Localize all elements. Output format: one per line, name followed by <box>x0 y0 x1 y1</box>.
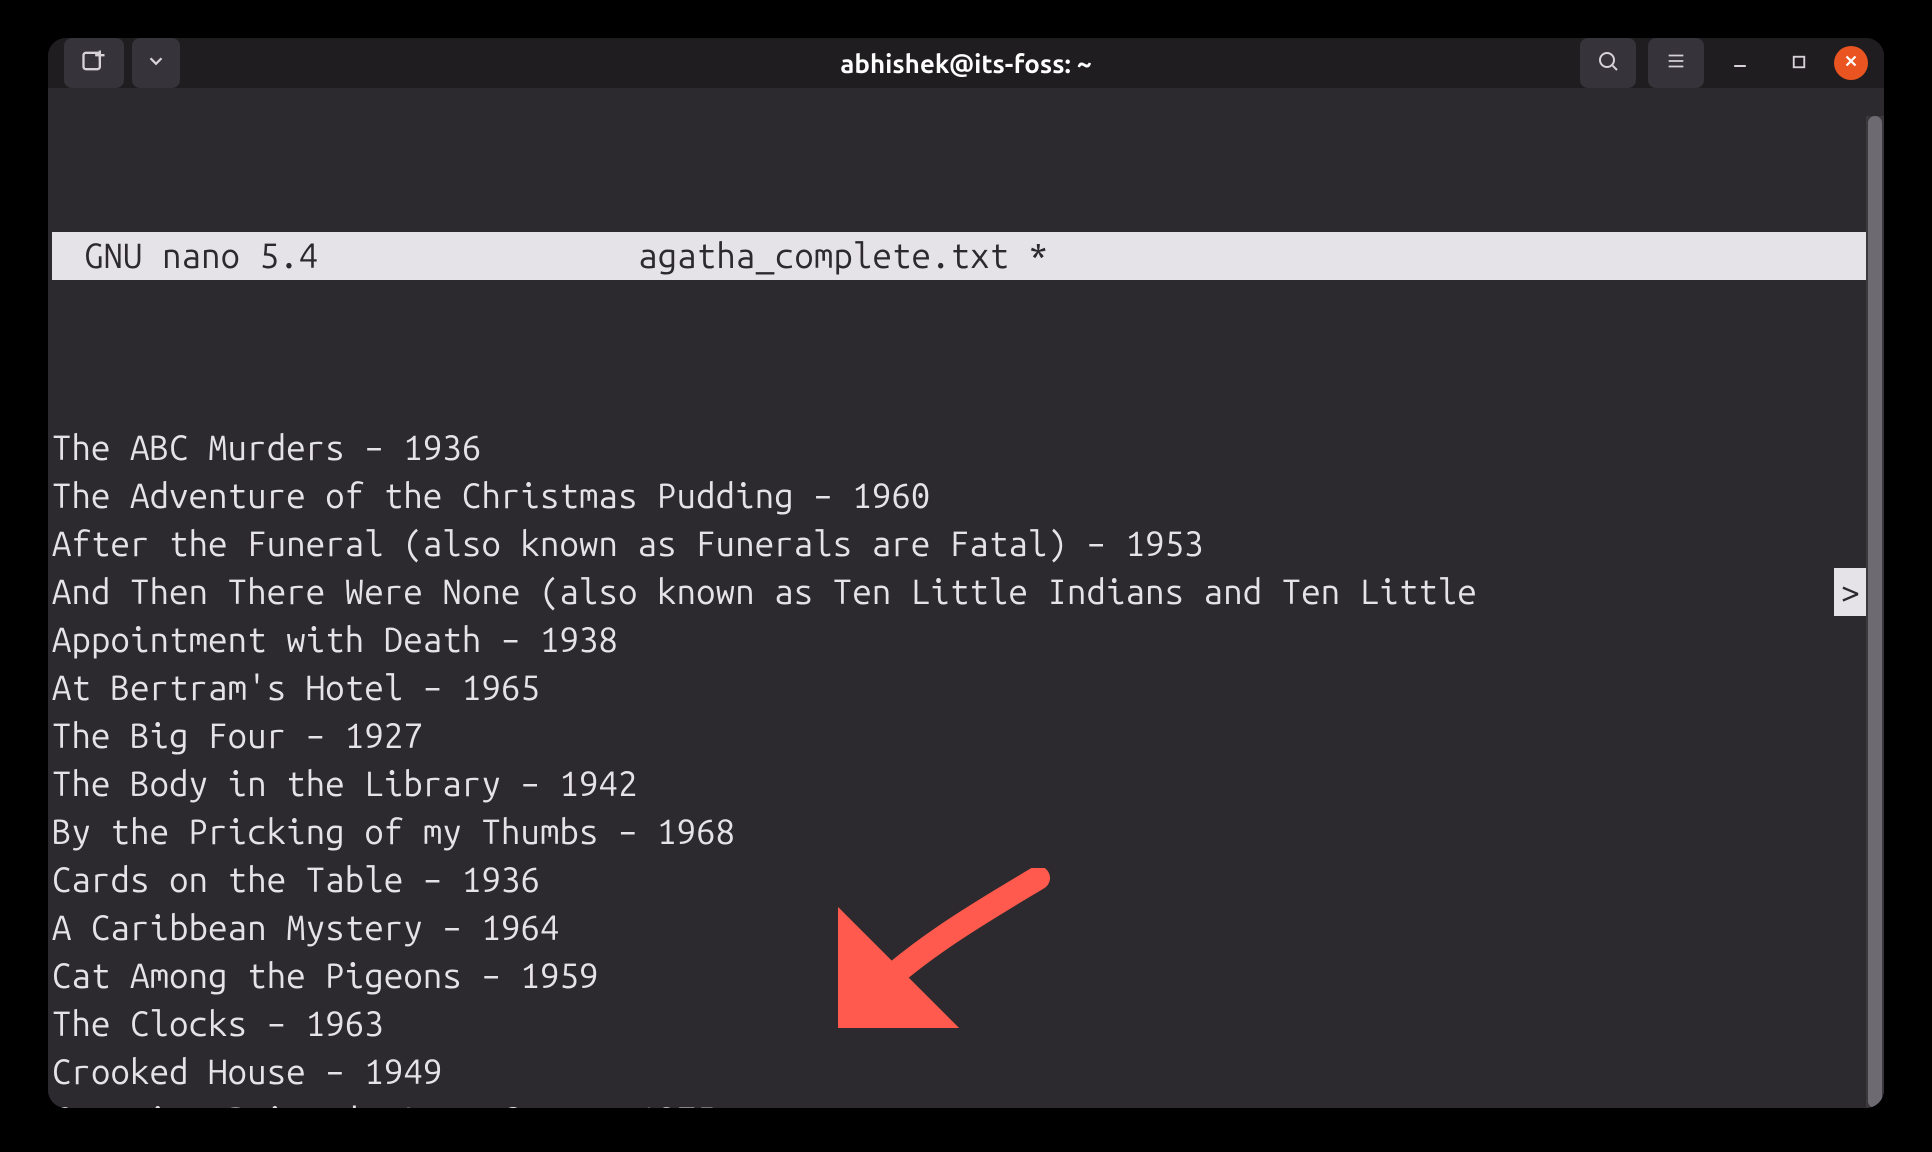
file-line: And Then There Were None (also known as … <box>52 568 1866 616</box>
file-line: The Clocks – 1963 <box>52 1000 1866 1048</box>
file-content: The ABC Murders – 1936The Adventure of t… <box>52 424 1866 1108</box>
file-line: By the Pricking of my Thumbs – 1968 <box>52 808 1866 856</box>
search-icon <box>1596 49 1620 77</box>
chevron-down-icon <box>145 50 167 76</box>
new-tab-icon <box>80 47 108 79</box>
file-line: The Adventure of the Christmas Pudding –… <box>52 472 1866 520</box>
scrollbar-thumb[interactable] <box>1868 116 1882 1108</box>
maximize-icon <box>1790 51 1808 76</box>
hamburger-icon <box>1665 50 1687 76</box>
terminal-window: abhishek@its-foss: ~ <box>48 38 1884 1108</box>
minimize-icon <box>1730 51 1750 76</box>
file-line: The Body in the Library – 1942 <box>52 760 1866 808</box>
maximize-button[interactable] <box>1776 51 1822 76</box>
file-line: The Big Four – 1927 <box>52 712 1866 760</box>
file-line: At Bertram's Hotel – 1965 <box>52 664 1866 712</box>
nano-filename: agatha_complete.txt * <box>318 232 1866 280</box>
file-line: Curtain: Poirot's Last Case – 1975 <box>52 1096 1866 1108</box>
close-button[interactable] <box>1834 46 1868 80</box>
file-line: Cards on the Table – 1936 <box>52 856 1866 904</box>
search-button[interactable] <box>1580 38 1636 88</box>
minimize-button[interactable] <box>1716 51 1764 76</box>
file-line: Crooked House – 1949 <box>52 1048 1866 1096</box>
hamburger-menu-button[interactable] <box>1648 38 1704 88</box>
titlebar: abhishek@its-foss: ~ <box>48 38 1884 88</box>
file-line: Appointment with Death – 1938 <box>52 616 1866 664</box>
file-line: Cat Among the Pigeons – 1959 <box>52 952 1866 1000</box>
file-line: The ABC Murders – 1936 <box>52 424 1866 472</box>
file-line: A Caribbean Mystery – 1964 <box>52 904 1866 952</box>
close-icon <box>1842 52 1860 74</box>
new-tab-button[interactable] <box>64 38 124 88</box>
scrollbar[interactable] <box>1866 116 1884 1108</box>
line-truncation-indicator: > <box>1834 568 1866 616</box>
file-line: After the Funeral (also known as Funeral… <box>52 520 1866 568</box>
nano-header: GNU nano 5.4 agatha_complete.txt * <box>52 232 1866 280</box>
tab-menu-button[interactable] <box>132 38 180 88</box>
terminal-body[interactable]: GNU nano 5.4 agatha_complete.txt * The A… <box>48 88 1884 1108</box>
nano-version: GNU nano 5.4 <box>52 232 318 280</box>
